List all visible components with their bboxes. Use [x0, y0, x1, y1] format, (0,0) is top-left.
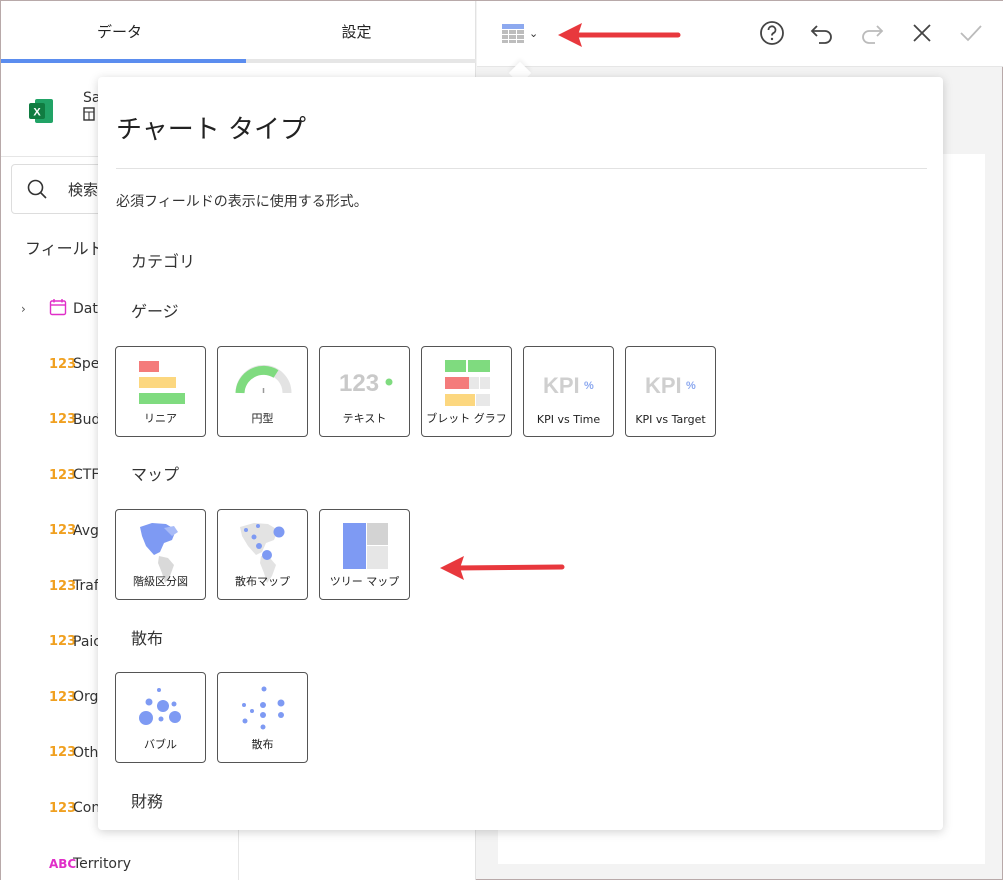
calendar-icon	[35, 298, 73, 320]
undo-button[interactable]	[808, 19, 836, 47]
svg-text:X: X	[33, 107, 41, 119]
chart-type-kpi-vs-time[interactable]: KPI % KPI vs Time	[523, 346, 614, 437]
text-gauge-digits: 123	[339, 370, 379, 397]
number-type-icon: 123	[49, 689, 77, 705]
grid-table-icon	[502, 24, 524, 43]
category-heading-gauge: ゲージ	[131, 302, 179, 321]
popup-title: チャート タイプ	[116, 115, 307, 145]
percent-text: %	[584, 380, 594, 392]
chevron-right-icon[interactable]: ›	[21, 302, 35, 316]
confirm-button[interactable]	[957, 19, 985, 47]
field-name: Org	[73, 689, 99, 706]
category-heading-financial: 財務	[131, 792, 164, 811]
search-icon	[27, 179, 47, 199]
field-name: Spe	[73, 356, 100, 373]
tile-label: リニア	[144, 412, 177, 425]
chart-type-scatter[interactable]: 散布	[217, 672, 308, 763]
annotation-arrow-icon	[558, 23, 681, 47]
field-item[interactable]: ABC Territory	[1, 836, 238, 880]
tile-label: ブレット グラフ	[426, 412, 507, 425]
chart-type-scatter-map[interactable]: 散布マップ	[217, 509, 308, 600]
field-name: Territory	[73, 855, 132, 872]
redo-icon	[862, 25, 884, 44]
number-type-icon: 123	[49, 467, 77, 483]
chart-type-bubble[interactable]: バブル	[115, 672, 206, 763]
tile-label: KPI vs Target	[635, 413, 706, 426]
redo-button[interactable]	[858, 19, 886, 47]
data-source[interactable]: X Sa	[27, 89, 100, 125]
divider	[116, 168, 927, 169]
field-name: Paic	[73, 633, 101, 650]
number-type-icon: 123	[49, 745, 77, 761]
field-name: CTF	[73, 467, 100, 484]
number-type-icon: 123	[49, 356, 77, 372]
chart-type-kpi-vs-target[interactable]: KPI % KPI vs Target	[625, 346, 716, 437]
category-heading-map: マップ	[131, 465, 180, 484]
chart-type-popup: チャート タイプ 必須フィールドの表示に使用する形式。 カテゴリ ゲージ リニア…	[98, 77, 943, 830]
number-type-icon: 123	[49, 412, 77, 428]
help-button[interactable]	[758, 19, 786, 47]
field-name: Bud	[73, 411, 101, 428]
category-heading-scatter: 散布	[131, 629, 164, 648]
chart-type-text[interactable]: 123 テキスト	[319, 346, 410, 437]
help-icon	[760, 21, 784, 45]
annotation-arrow-icon	[440, 556, 565, 580]
chart-type-treemap[interactable]: ツリー マップ	[319, 509, 410, 600]
kpi-text: KPI	[543, 373, 580, 398]
tab-settings[interactable]: 設定	[238, 1, 475, 62]
chart-type-circular[interactable]: 円型	[217, 346, 308, 437]
tile-label: 散布	[251, 738, 274, 751]
kpi-text: KPI	[645, 373, 682, 398]
active-tab-indicator	[1, 59, 246, 63]
chart-type-linear[interactable]: リニア	[115, 346, 206, 437]
field-name: Dat	[73, 300, 98, 317]
close-button[interactable]	[908, 19, 936, 47]
tab-track	[246, 59, 476, 63]
search-placeholder: 検索	[68, 180, 99, 199]
field-name: Con	[73, 800, 101, 817]
undo-icon	[810, 25, 832, 44]
category-heading-category[interactable]: カテゴリ	[131, 248, 195, 272]
check-icon	[960, 25, 982, 42]
excel-icon: X	[29, 99, 53, 123]
tile-label: テキスト	[342, 412, 387, 425]
fields-heading: フィールド	[25, 239, 105, 258]
chevron-down-icon: ⌄	[529, 26, 539, 40]
number-type-icon: 123	[49, 800, 77, 816]
tile-label: バブル	[144, 738, 177, 751]
text-type-icon: ABC	[49, 856, 77, 871]
number-type-icon: 123	[49, 523, 77, 539]
chart-type-choropleth[interactable]: 階級区分図	[115, 509, 206, 600]
close-icon	[913, 24, 931, 42]
popup-description: 必須フィールドの表示に使用する形式。	[116, 194, 368, 210]
field-name: Oth	[73, 744, 99, 761]
tab-bar: データ 設定	[1, 1, 476, 63]
tile-label: ツリー マップ	[329, 575, 400, 588]
tile-label: KPI vs Time	[536, 413, 601, 426]
field-name: Avg	[73, 522, 99, 539]
chart-type-bullet-graph[interactable]: ブレット グラフ	[421, 346, 512, 437]
tile-label: 円型	[251, 412, 274, 425]
field-name: Traf	[73, 578, 99, 595]
tab-data[interactable]: データ	[1, 1, 238, 62]
sheet-icon	[83, 107, 95, 121]
number-type-icon: 123	[49, 634, 77, 650]
visualization-picker-button[interactable]: ⌄	[501, 21, 538, 45]
number-type-icon: 123	[49, 578, 77, 594]
tile-label: 散布マップ	[235, 575, 290, 588]
tile-label: 階級区分図	[133, 575, 188, 588]
percent-text: %	[686, 380, 696, 392]
